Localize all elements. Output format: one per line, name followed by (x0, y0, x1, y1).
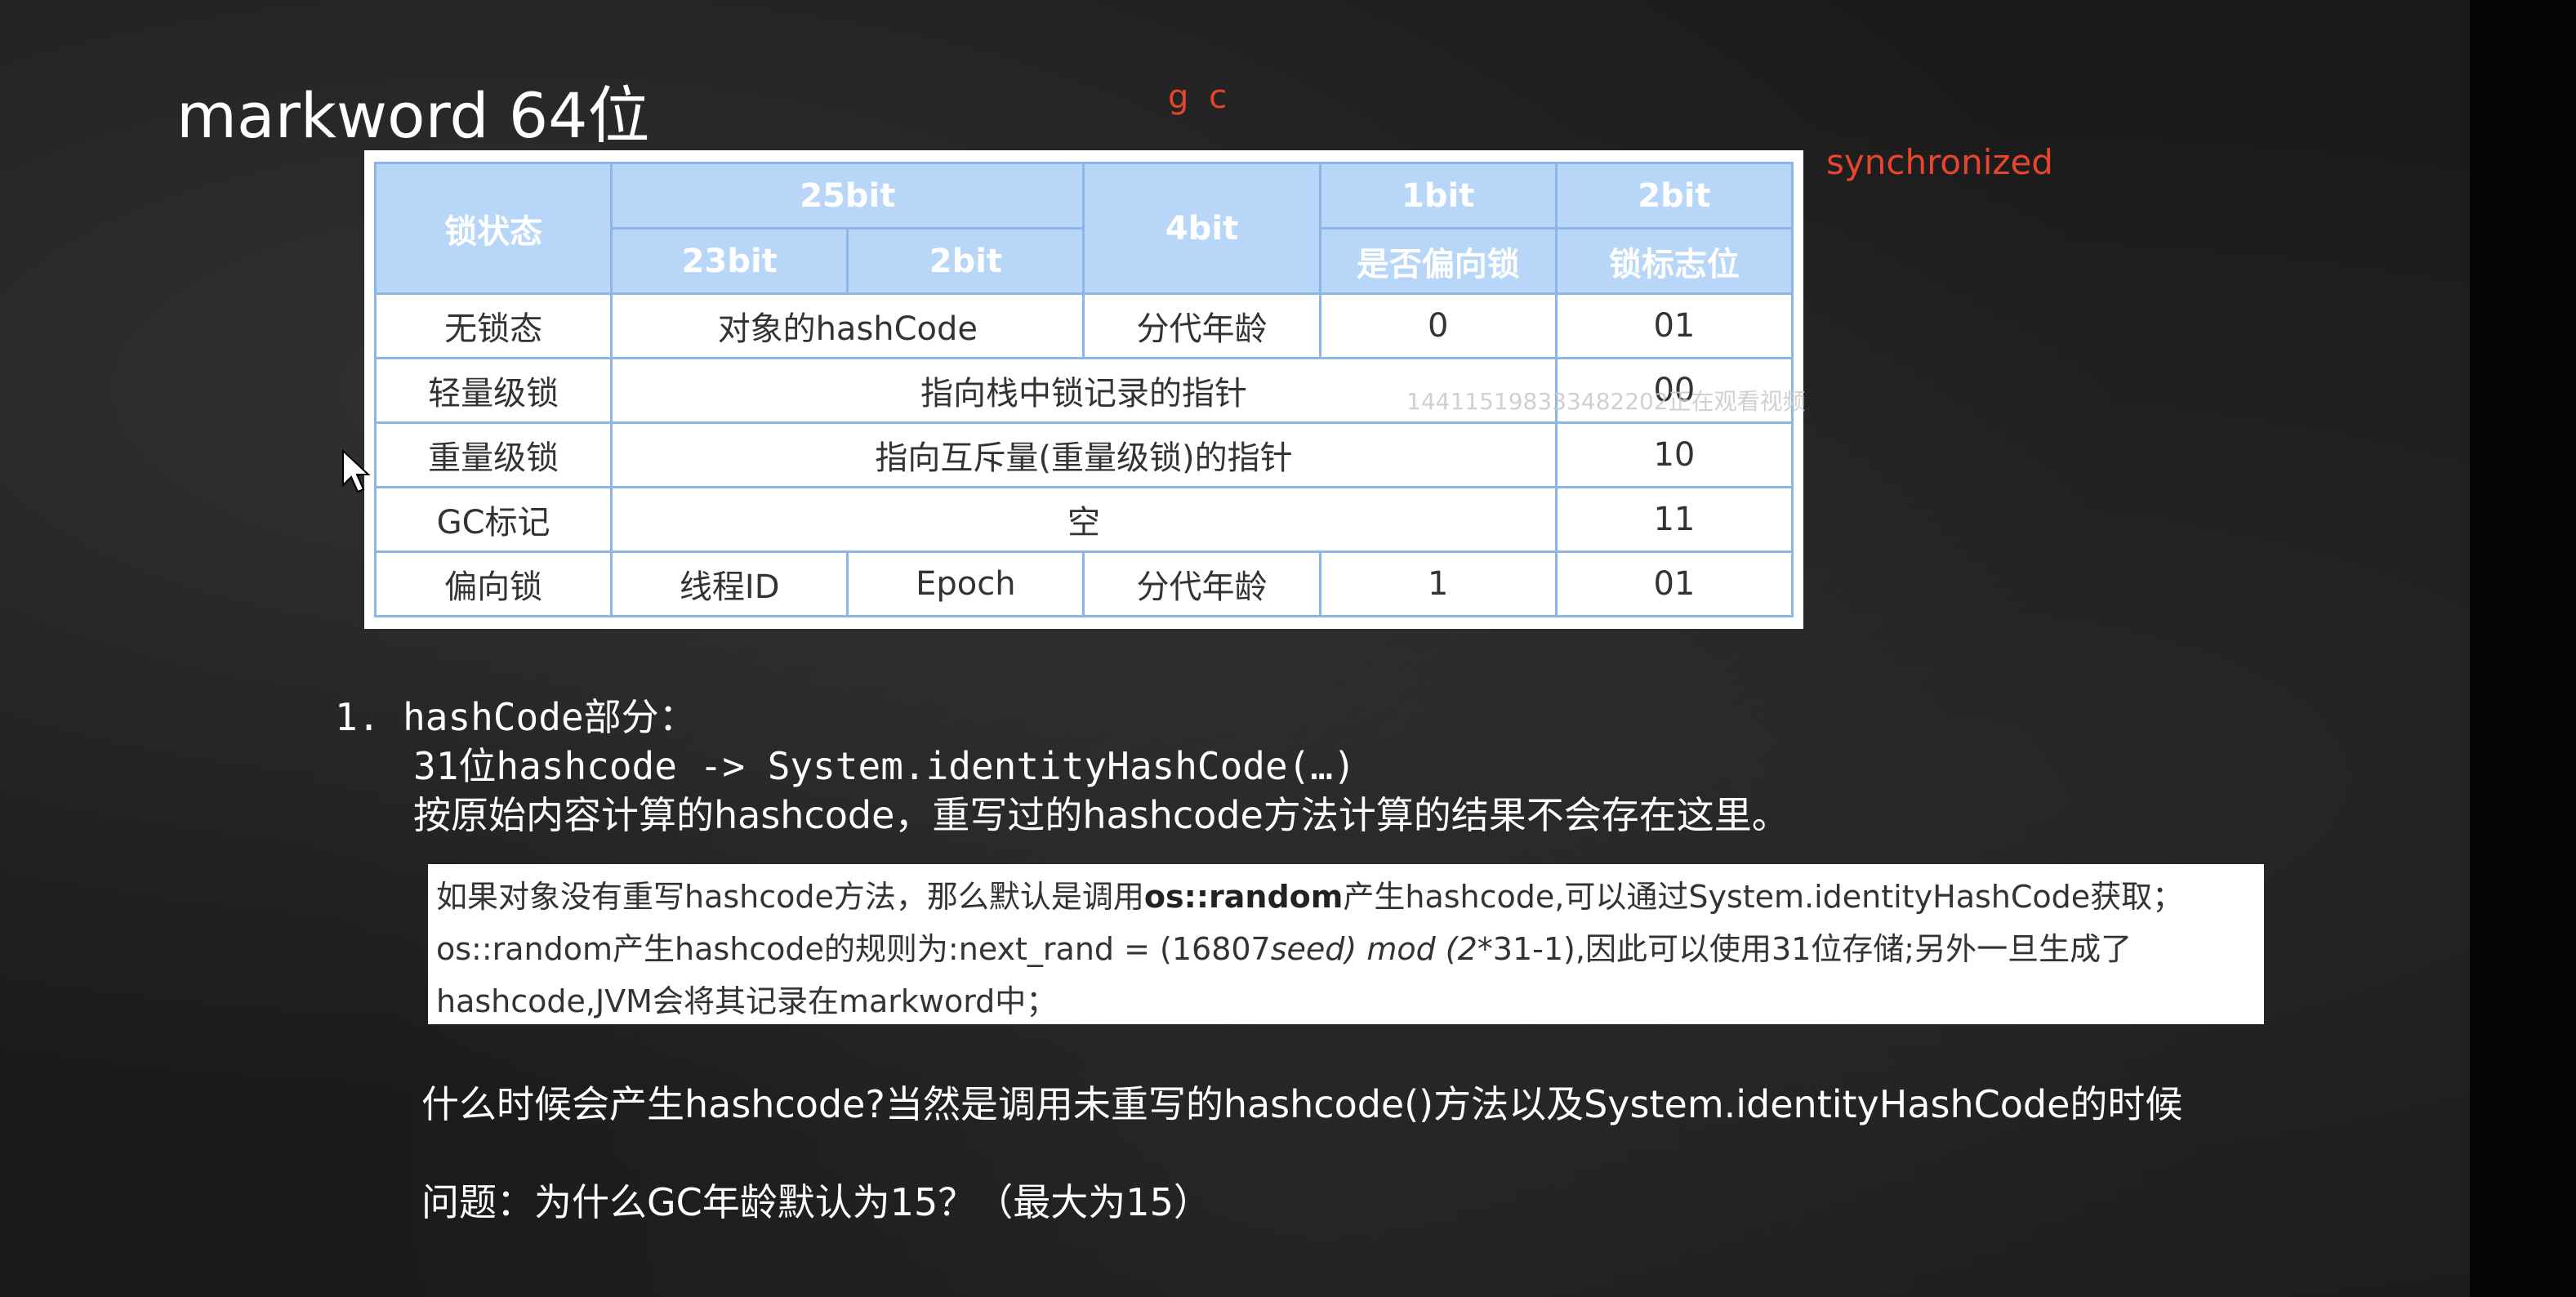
header-23bit: 23bit (610, 227, 849, 295)
row-age: 分代年龄 (1082, 292, 1321, 359)
row-hashcode: 对象的hashCode (610, 292, 1085, 359)
question-when-hashcode: 什么时候会产生hashcode?当然是调用未重写的hashcode()方法以及S… (421, 1082, 2183, 1126)
slide-title: markword 64位 (176, 79, 650, 152)
row-flag: 01 (1554, 550, 1794, 617)
row-biased: 0 (1318, 292, 1558, 359)
info-line-2: os::random产生hashcode的规则为:next_rand = (16… (436, 923, 2256, 975)
header-lock-flag: 锁标志位 (1554, 227, 1794, 295)
info-bold-text: os::random (1143, 879, 1344, 915)
info-line-1: 如果对象没有重写hashcode方法，那么默认是调用os::random产生ha… (436, 871, 2256, 923)
annotation-synchronized: synchronized (1826, 142, 2053, 182)
viewer-watermark: 144115198333482202正在观看视频 (1406, 388, 1806, 415)
row-pointer: 指向互斥量(重量级锁)的指针 (610, 421, 1558, 488)
annotation-gc: g c (1168, 78, 1232, 116)
table-row: 重量级锁 指向互斥量(重量级锁)的指针 10 (373, 421, 1794, 488)
row-state: 重量级锁 (373, 421, 613, 488)
notes-hashcode-bits: 31位hashcode -> System.identityHashCode(…… (413, 744, 1356, 788)
info-text: os::random产生hashcode的规则为:next_rand = (16… (436, 931, 1271, 967)
info-text: *31-1),因此可以使用31位存储;另外一旦生成了 (1477, 931, 2133, 967)
question-gc-age: 问题：为什么GC年龄默认为15？（最大为15） (421, 1180, 1211, 1224)
info-line-3: hashcode,JVM会将其记录在markword中； (436, 983, 1058, 1019)
header-lock-state: 锁状态 (373, 162, 613, 295)
right-edge-shadow (2470, 0, 2576, 1297)
header-2bit: 2bit (1554, 162, 1794, 230)
row-state: 无锁态 (373, 292, 613, 359)
hashcode-info-box: 如果对象没有重写hashcode方法，那么默认是调用os::random产生ha… (428, 864, 2264, 1024)
table-row: 偏向锁 线程ID Epoch 分代年龄 1 01 (373, 550, 1794, 617)
slide-background: markword 64位 g c synchronized 锁状态 25bit … (0, 0, 2576, 1297)
header-2bit-sub: 2bit (846, 227, 1085, 295)
row-thread-id: 线程ID (610, 550, 849, 617)
row-epoch: Epoch (846, 550, 1085, 617)
table-row: GC标记 空 11 (373, 486, 1794, 553)
mouse-cursor-icon (341, 448, 371, 497)
notes-heading: 1. hashCode部分： (335, 695, 697, 739)
row-flag: 01 (1554, 292, 1794, 359)
notes-hashcode-description: 按原始内容计算的hashcode，重写过的hashcode方法计算的结果不会存在… (413, 793, 1789, 837)
header-biased-flag: 是否偏向锁 (1318, 227, 1558, 295)
header-4bit: 4bit (1082, 162, 1321, 295)
row-age: 分代年龄 (1082, 550, 1321, 617)
row-state: 轻量级锁 (373, 357, 613, 424)
row-flag: 11 (1554, 486, 1794, 553)
info-italic-text: seed) mod (2 (1270, 931, 1477, 967)
header-1bit: 1bit (1318, 162, 1558, 230)
row-biased: 1 (1318, 550, 1558, 617)
info-text: 如果对象没有重写hashcode方法，那么默认是调用 (436, 879, 1144, 915)
table-row: 无锁态 对象的hashCode 分代年龄 0 01 (373, 292, 1794, 359)
row-state: 偏向锁 (373, 550, 613, 617)
row-pointer: 空 (610, 486, 1558, 553)
header-25bit: 25bit (610, 162, 1085, 230)
row-state: GC标记 (373, 486, 613, 553)
row-flag: 10 (1554, 421, 1794, 488)
info-text: 产生hashcode,可以通过System.identityHashCode获取… (1343, 879, 2184, 915)
